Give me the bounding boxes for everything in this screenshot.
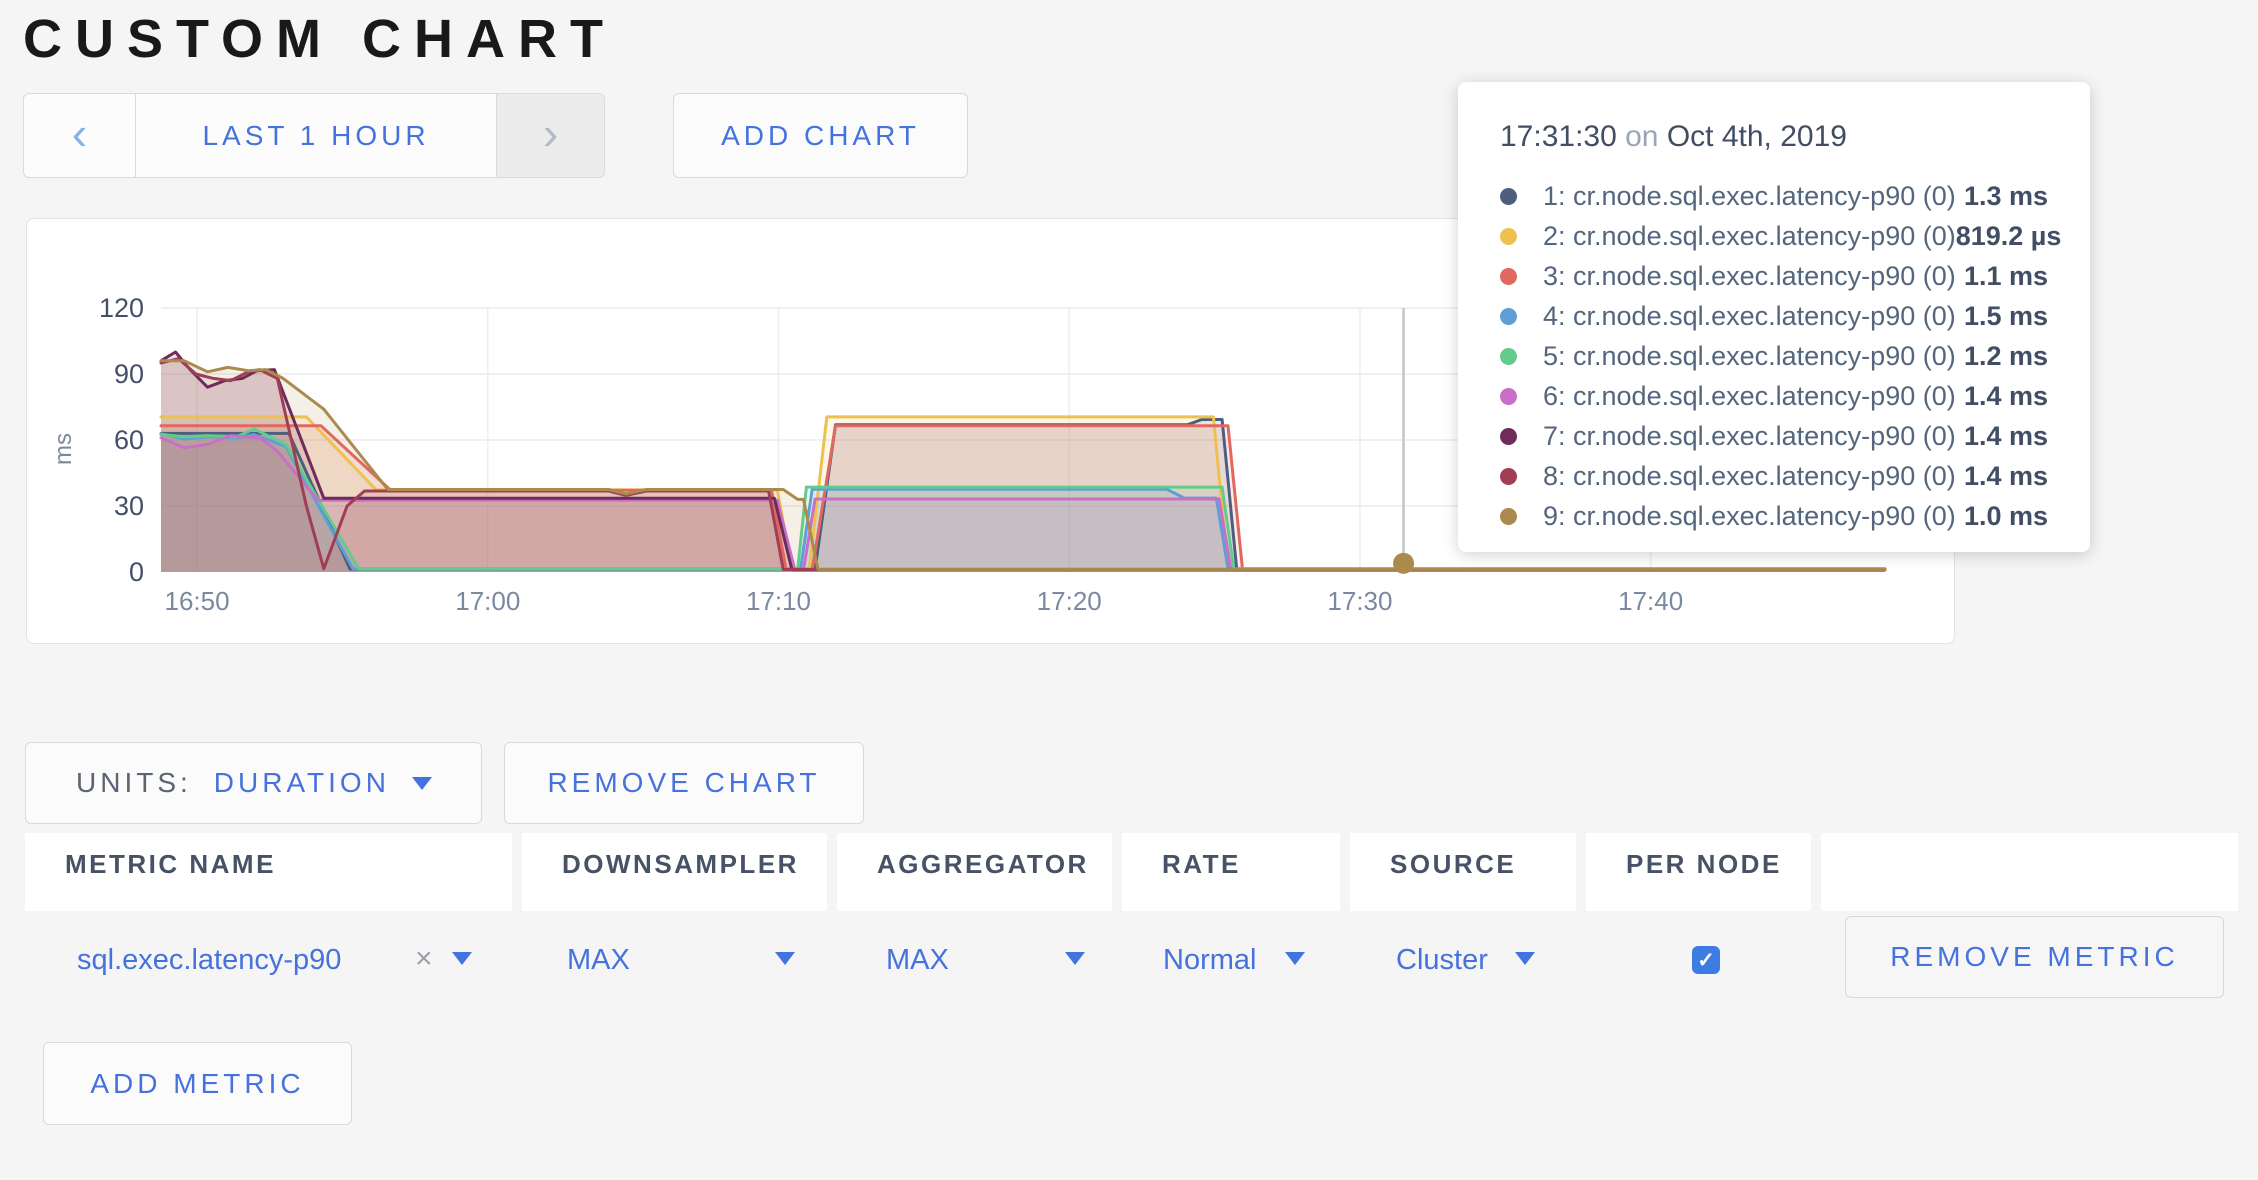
- series-value: 1.1 ms: [1964, 261, 2048, 292]
- series-color-dot-icon: [1500, 388, 1517, 405]
- tooltip-series-row: 7: cr.node.sql.exec.latency-p90 (0)1.4 m…: [1500, 416, 2048, 456]
- series-value: 1.5 ms: [1964, 301, 2048, 332]
- column-header-actions: [1821, 833, 2238, 911]
- series-label: 5: cr.node.sql.exec.latency-p90 (0): [1543, 341, 1964, 372]
- aggregator-caret-icon[interactable]: [1065, 952, 1085, 965]
- page-title: CUSTOM CHART: [23, 8, 616, 70]
- series-label: 9: cr.node.sql.exec.latency-p90 (0): [1543, 501, 1964, 532]
- column-header-per-node: PER NODE: [1586, 833, 1811, 911]
- add-chart-button[interactable]: ADD CHART: [673, 93, 968, 178]
- series-label: 2: cr.node.sql.exec.latency-p90 (0): [1543, 221, 1956, 252]
- series-color-dot-icon: [1500, 508, 1517, 525]
- series-color-dot-icon: [1500, 228, 1517, 245]
- tooltip-series-row: 5: cr.node.sql.exec.latency-p90 (0)1.2 m…: [1500, 336, 2048, 376]
- tooltip-series-row: 1: cr.node.sql.exec.latency-p90 (0)1.3 m…: [1500, 176, 2048, 216]
- tooltip-conjunction: on: [1625, 120, 1658, 153]
- series-color-dot-icon: [1500, 468, 1517, 485]
- series-value: 1.3 ms: [1964, 181, 2048, 212]
- source-value[interactable]: Cluster: [1396, 944, 1488, 977]
- series-value: 1.2 ms: [1964, 341, 2048, 372]
- y-tick-label: 60: [114, 425, 144, 455]
- y-tick-label: 120: [99, 293, 144, 323]
- series-color-dot-icon: [1500, 348, 1517, 365]
- downsampler-caret-icon[interactable]: [775, 952, 795, 965]
- clear-metric-icon[interactable]: ×: [415, 942, 433, 976]
- tooltip-date: Oct 4th, 2019: [1667, 120, 1847, 153]
- units-dropdown[interactable]: UNITS: DURATION: [25, 742, 482, 824]
- x-tick-label: 17:20: [1037, 586, 1102, 616]
- series-value: 1.4 ms: [1964, 461, 2048, 492]
- series-label: 4: cr.node.sql.exec.latency-p90 (0): [1543, 301, 1964, 332]
- series-color-dot-icon: [1500, 428, 1517, 445]
- y-tick-label: 90: [114, 359, 144, 389]
- series-value: 1.4 ms: [1964, 381, 2048, 412]
- column-header-aggregator: AGGREGATOR: [837, 833, 1112, 911]
- hover-point: [1393, 553, 1414, 574]
- time-next-button[interactable]: ›: [497, 94, 604, 177]
- per-node-checkbox[interactable]: ✓: [1692, 946, 1720, 974]
- aggregator-value[interactable]: MAX: [886, 944, 949, 977]
- series-label: 6: cr.node.sql.exec.latency-p90 (0): [1543, 381, 1964, 412]
- series-label: 8: cr.node.sql.exec.latency-p90 (0): [1543, 461, 1964, 492]
- x-tick-label: 16:50: [165, 586, 230, 616]
- remove-metric-button[interactable]: REMOVE METRIC: [1845, 916, 2224, 998]
- tooltip-series-row: 2: cr.node.sql.exec.latency-p90 (0)819.2…: [1500, 216, 2048, 256]
- units-value: DURATION: [214, 767, 390, 799]
- downsampler-value[interactable]: MAX: [567, 944, 630, 977]
- tooltip-series-list: 1: cr.node.sql.exec.latency-p90 (0)1.3 m…: [1500, 176, 2048, 536]
- column-header-metric-name: METRIC NAME: [25, 833, 512, 911]
- series-color-dot-icon: [1500, 188, 1517, 205]
- column-header-downsampler: DOWNSAMPLER: [522, 833, 827, 911]
- tooltip-time: 17:31:30: [1500, 120, 1617, 153]
- add-metric-button[interactable]: ADD METRIC: [43, 1042, 352, 1125]
- series-color-dot-icon: [1500, 268, 1517, 285]
- units-label: UNITS:: [76, 767, 192, 799]
- tooltip-timestamp: 17:31:30 on Oct 4th, 2019: [1500, 120, 2048, 154]
- source-caret-icon[interactable]: [1515, 952, 1535, 965]
- time-range-selector: ‹ LAST 1 HOUR ›: [23, 93, 605, 178]
- tooltip-series-row: 6: cr.node.sql.exec.latency-p90 (0)1.4 m…: [1500, 376, 2048, 416]
- y-tick-label: 30: [114, 491, 144, 521]
- remove-chart-button[interactable]: REMOVE CHART: [504, 742, 864, 824]
- column-header-rate: RATE: [1122, 833, 1340, 911]
- x-tick-label: 17:00: [455, 586, 520, 616]
- rate-caret-icon[interactable]: [1285, 952, 1305, 965]
- tooltip-series-row: 8: cr.node.sql.exec.latency-p90 (0)1.4 m…: [1500, 456, 2048, 496]
- tooltip-series-row: 3: cr.node.sql.exec.latency-p90 (0)1.1 m…: [1500, 256, 2048, 296]
- chevron-left-icon: ‹: [72, 110, 87, 156]
- series-color-dot-icon: [1500, 308, 1517, 325]
- y-tick-label: 0: [129, 557, 144, 587]
- rate-value[interactable]: Normal: [1163, 944, 1256, 977]
- tooltip-series-row: 9: cr.node.sql.exec.latency-p90 (0)1.0 m…: [1500, 496, 2048, 536]
- chevron-right-icon: ›: [543, 110, 558, 156]
- series-label: 1: cr.node.sql.exec.latency-p90 (0): [1543, 181, 1964, 212]
- series-value: 819.2 µs: [1956, 221, 2062, 252]
- time-prev-button[interactable]: ‹: [24, 94, 135, 177]
- custom-chart-page: CUSTOM CHART ‹ LAST 1 HOUR › ADD CHART 0…: [0, 0, 2258, 1180]
- metric-name-value[interactable]: sql.exec.latency-p90: [77, 944, 341, 977]
- series-value: 1.4 ms: [1964, 421, 2048, 452]
- chevron-down-icon: [412, 777, 432, 790]
- tooltip-series-row: 4: cr.node.sql.exec.latency-p90 (0)1.5 m…: [1500, 296, 2048, 336]
- time-range-value[interactable]: LAST 1 HOUR: [135, 94, 497, 177]
- x-tick-label: 17:10: [746, 586, 811, 616]
- chart-tooltip: 17:31:30 on Oct 4th, 2019 1: cr.node.sql…: [1458, 82, 2090, 552]
- x-tick-label: 17:40: [1618, 586, 1683, 616]
- metric-dropdown-caret-icon[interactable]: [452, 952, 472, 965]
- series-value: 1.0 ms: [1964, 501, 2048, 532]
- series-label: 3: cr.node.sql.exec.latency-p90 (0): [1543, 261, 1964, 292]
- series-label: 7: cr.node.sql.exec.latency-p90 (0): [1543, 421, 1964, 452]
- y-axis-unit-label: ms: [50, 433, 77, 465]
- column-header-source: SOURCE: [1350, 833, 1576, 911]
- x-tick-label: 17:30: [1327, 586, 1392, 616]
